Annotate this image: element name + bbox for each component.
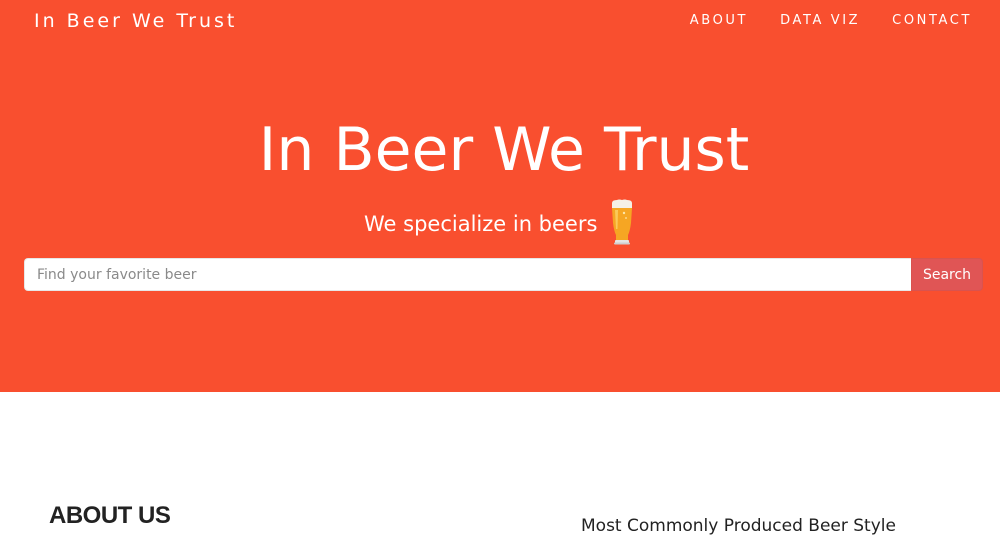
tagline: We specialize in beers bbox=[364, 199, 635, 245]
beer-glass-icon bbox=[612, 199, 633, 245]
search-button[interactable]: Search bbox=[911, 258, 983, 291]
hero-section: In Beer We Trust ABOUT DATA VIZ CONTACT … bbox=[0, 0, 1000, 392]
brand-link[interactable]: In Beer We Trust bbox=[34, 9, 237, 33]
chart-section-title: Most Commonly Produced Beer Style bbox=[581, 516, 896, 536]
hero-title: In Beer We Trust bbox=[258, 115, 750, 185]
top-nav: ABOUT DATA VIZ CONTACT bbox=[690, 12, 972, 30]
search-bar: Search bbox=[24, 258, 983, 291]
nav-item-about[interactable]: ABOUT bbox=[690, 12, 748, 30]
nav-item-contact[interactable]: CONTACT bbox=[892, 12, 972, 30]
search-input[interactable] bbox=[24, 258, 911, 291]
nav-item-data-viz[interactable]: DATA VIZ bbox=[780, 12, 860, 30]
about-heading: ABOUT US bbox=[49, 502, 171, 529]
tagline-text: We specialize in beers bbox=[364, 212, 598, 236]
